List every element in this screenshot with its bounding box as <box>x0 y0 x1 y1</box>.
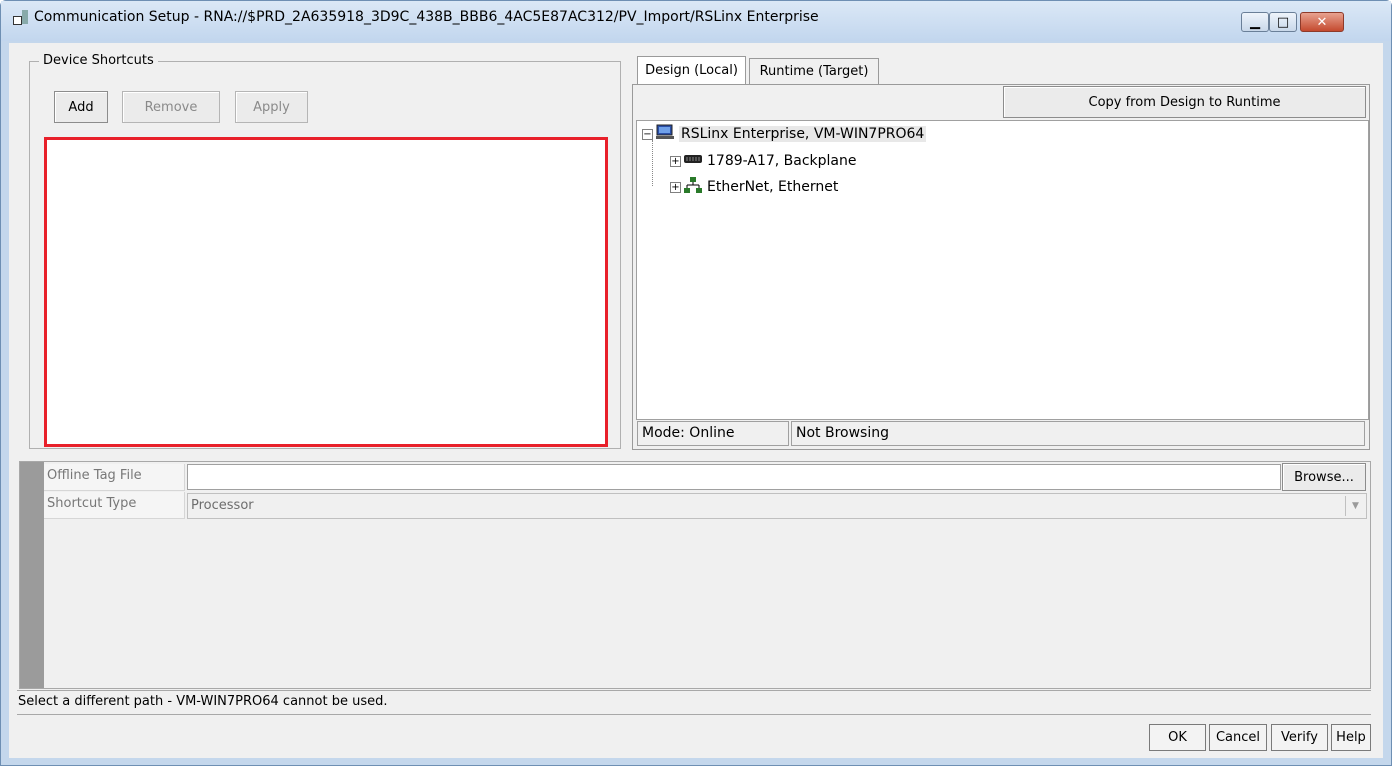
apply-button[interactable]: Apply <box>235 91 308 123</box>
tree-node-label: 1789-A17, Backplane <box>707 153 857 169</box>
maximize-icon: □ <box>1276 14 1290 30</box>
shortcut-type-select[interactable]: Processor <box>187 493 1367 519</box>
mode-status: Mode: Online <box>637 421 789 446</box>
offline-tag-file-label: Offline Tag File <box>44 464 185 491</box>
minimize-button[interactable]: ▁ <box>1241 12 1269 32</box>
help-button[interactable]: Help <box>1331 724 1371 751</box>
tree-node-backplane[interactable]: + 1789-A17, Backplane <box>670 150 857 172</box>
app-icon[interactable] <box>13 16 22 25</box>
device-shortcuts-list[interactable] <box>44 137 608 447</box>
close-button[interactable]: ✕ <box>1300 12 1344 32</box>
remove-button[interactable]: Remove <box>122 91 220 123</box>
device-shortcuts-label: Device Shortcuts <box>39 53 158 68</box>
tree-connector <box>652 140 653 186</box>
browse-button[interactable]: Browse... <box>1282 463 1366 491</box>
computer-icon <box>656 124 674 144</box>
copy-design-to-runtime-button[interactable]: Copy from Design to Runtime <box>1003 86 1366 118</box>
collapse-icon[interactable]: − <box>642 128 653 140</box>
tab-runtime-target[interactable]: Runtime (Target) <box>749 58 879 84</box>
app-icon-accent <box>22 10 28 24</box>
tree-node-label: RSLinx Enterprise, VM-WIN7PRO64 <box>679 126 927 142</box>
tab-design-local[interactable]: Design (Local) <box>637 56 746 84</box>
verify-button[interactable]: Verify <box>1271 724 1328 751</box>
tree-node-label: EtherNet, Ethernet <box>707 179 839 195</box>
browsing-status: Not Browsing <box>791 421 1365 446</box>
network-icon <box>684 177 702 197</box>
close-icon: ✕ <box>1316 14 1328 30</box>
dropdown-arrow-icon[interactable]: ▼ <box>1345 496 1365 516</box>
property-grid-gutter <box>20 462 44 688</box>
tree-node-rslinx-enterprise[interactable]: − RSLinx Enterprise, VM-WIN7PRO64 <box>642 123 927 145</box>
maximize-button[interactable]: □ <box>1269 12 1297 32</box>
window-title: Communication Setup - RNA://$PRD_2A63591… <box>34 9 819 25</box>
shortcut-type-label: Shortcut Type <box>44 492 185 519</box>
ok-button[interactable]: OK <box>1149 724 1206 751</box>
add-button[interactable]: Add <box>54 91 108 123</box>
expand-icon[interactable]: + <box>670 181 681 193</box>
status-message: Select a different path - VM-WIN7PRO64 c… <box>17 690 1371 715</box>
offline-tag-file-input[interactable] <box>187 464 1281 490</box>
tree-node-ethernet[interactable]: + EtherNet, Ethernet <box>670 176 838 198</box>
minimize-icon: ▁ <box>1250 14 1260 30</box>
backplane-icon <box>684 153 702 169</box>
cancel-button[interactable]: Cancel <box>1209 724 1267 751</box>
expand-icon[interactable]: + <box>670 155 681 167</box>
